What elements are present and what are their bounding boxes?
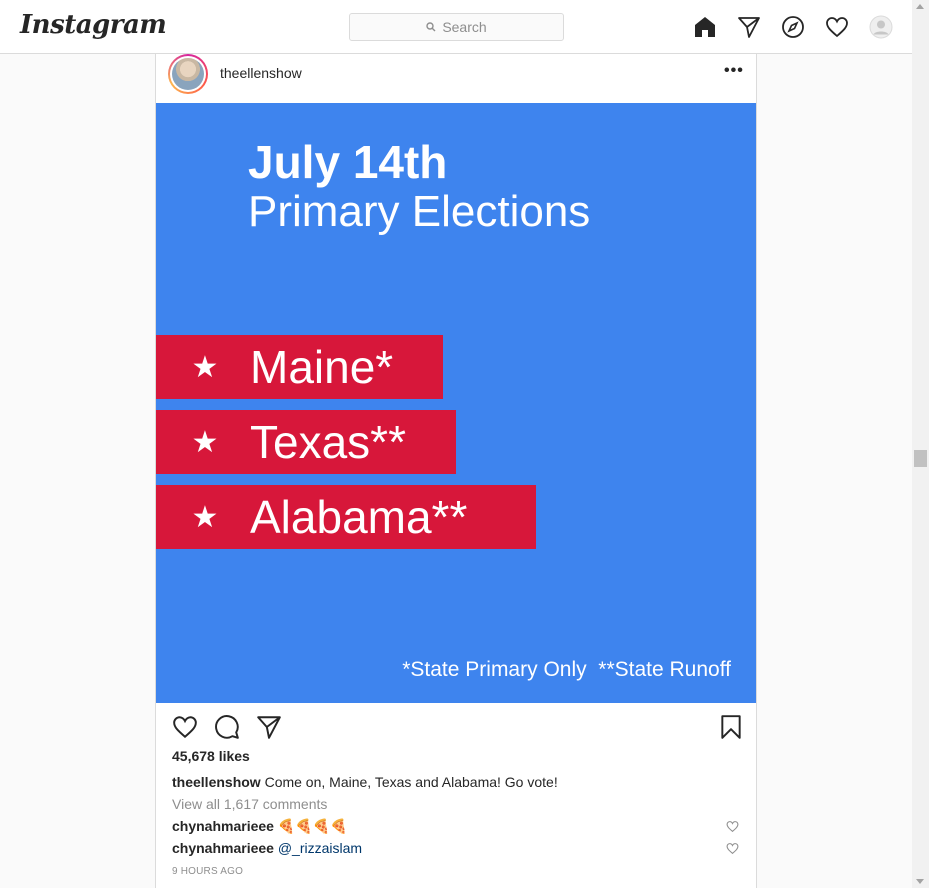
scroll-thumb[interactable] (914, 450, 927, 467)
post-author-username[interactable]: theellenshow (220, 65, 302, 81)
post-timestamp[interactable]: 9 HOURS AGO (172, 866, 243, 877)
nav-icons (692, 14, 894, 40)
post-card: theellenshow ••• July 14th Primary Elect… (155, 54, 757, 888)
image-footnote: *State Primary Only **State Runoff (402, 658, 731, 681)
post-caption: theellenshow Come on, Maine, Texas and A… (172, 774, 558, 790)
image-title-date: July 14th (248, 136, 448, 188)
post-header: theellenshow ••• (156, 54, 756, 102)
activity-heart-icon[interactable] (824, 14, 850, 40)
scroll-up-arrow-icon[interactable] (916, 4, 924, 9)
search-input[interactable]: Search (349, 13, 564, 41)
home-icon[interactable] (692, 14, 718, 40)
comment-mention-link[interactable]: @_rizzaislam (278, 840, 362, 856)
top-nav: Instagram Search (0, 0, 912, 54)
comment-like-heart-icon[interactable] (726, 842, 739, 855)
post-image[interactable]: July 14th Primary Elections ★ Maine* ★ T… (156, 103, 756, 703)
caption-username[interactable]: theellenshow (172, 774, 261, 790)
search-icon (426, 22, 436, 32)
profile-avatar[interactable] (868, 14, 894, 40)
star-icon: ★ (191, 350, 219, 384)
star-icon: ★ (191, 500, 219, 534)
like-heart-icon[interactable] (172, 714, 198, 740)
state-name: Alabama** (250, 491, 468, 543)
state-banner-texas: ★ Texas** (156, 410, 456, 474)
search-placeholder: Search (442, 19, 487, 35)
comment-row: chynahmarieee 🍕🍕🍕🍕 (172, 818, 348, 835)
page-scrollbar[interactable] (912, 0, 929, 888)
comment-row: chynahmarieee @_rizzaislam (172, 840, 362, 856)
more-options-icon[interactable]: ••• (724, 62, 744, 80)
comment-like-heart-icon[interactable] (726, 820, 739, 833)
comment-username[interactable]: chynahmarieee (172, 818, 274, 834)
post-actions (172, 714, 282, 740)
explore-icon[interactable] (780, 14, 806, 40)
instagram-logo[interactable]: Instagram (20, 10, 167, 40)
direct-icon[interactable] (736, 14, 762, 40)
share-icon[interactable] (256, 714, 282, 740)
comment-username[interactable]: chynahmarieee (172, 840, 274, 856)
post-author-avatar[interactable] (168, 54, 208, 94)
comment-icon[interactable] (214, 714, 240, 740)
star-icon: ★ (191, 425, 219, 459)
likes-count[interactable]: 45,678 likes (172, 748, 250, 764)
scroll-down-arrow-icon[interactable] (916, 879, 924, 884)
state-banner-alabama: ★ Alabama** (156, 485, 536, 549)
caption-text: Come on, Maine, Texas and Alabama! Go vo… (260, 774, 558, 790)
view-all-comments-link[interactable]: View all 1,617 comments (172, 796, 327, 812)
save-bookmark-icon[interactable] (718, 714, 744, 740)
image-title-subtitle: Primary Elections (248, 187, 591, 236)
comment-text: 🍕🍕🍕🍕 (273, 818, 348, 834)
state-banner-maine: ★ Maine* (156, 335, 443, 399)
state-name: Maine* (250, 341, 394, 393)
state-name: Texas** (250, 416, 406, 468)
